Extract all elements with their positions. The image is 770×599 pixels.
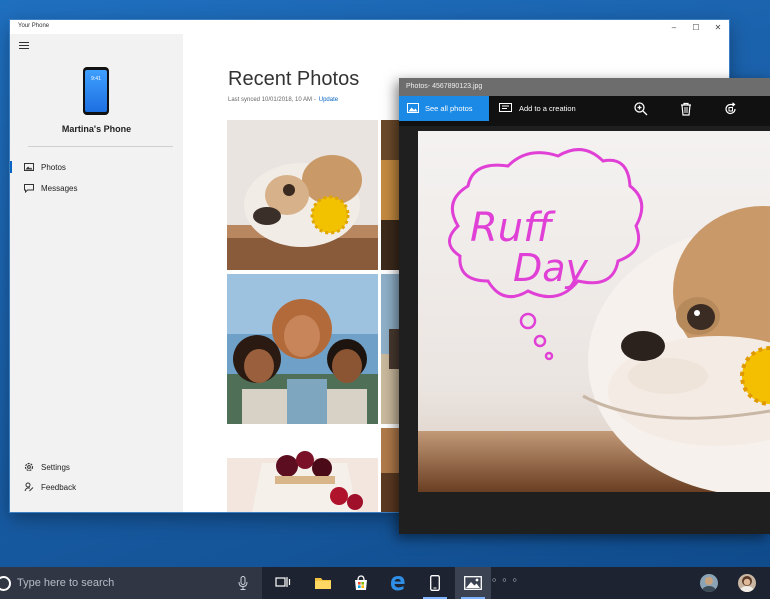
task-view-icon[interactable] [265,567,301,599]
photos-app-icon[interactable] [455,567,491,599]
sidebar-item-feedback[interactable]: Feedback [10,478,183,496]
see-all-photos-button[interactable]: See all photos [399,96,489,121]
sidebar-item-photos[interactable]: Photos [10,158,183,176]
window-title: Your Phone [18,23,50,29]
minimize-button[interactable]: – [669,23,679,32]
photo-thumbnail-bulldog[interactable] [227,120,378,270]
photo-thumbnail-cake[interactable] [227,428,378,512]
photo-viewer-window: Photos- 4567890123.jpg See all photos Ad… [399,78,770,534]
page-title: Recent Photos [228,68,360,90]
sidebar-item-label: Settings [41,462,70,472]
ink-text-day: Day [513,246,589,290]
sync-status: Last synced 10/01/2018, 10 AM - Update [228,97,338,103]
photo-thumbnail-family[interactable] [227,274,378,424]
see-all-label: See all photos [425,104,473,113]
hamburger-menu-icon[interactable] [19,42,29,51]
title-bar[interactable]: Your Phone – ☐ ✕ [10,20,729,34]
rotate-icon[interactable] [724,102,738,116]
messages-icon [23,183,34,193]
window-controls: – ☐ ✕ [669,20,723,34]
more-apps-dots-icon[interactable]: ○○○ [492,577,523,584]
microphone-icon[interactable] [238,576,248,595]
sidebar-item-label: Feedback [41,482,77,492]
photos-icon [23,163,34,172]
close-button[interactable]: ✕ [713,23,723,32]
maximize-button[interactable]: ☐ [691,23,701,32]
viewer-photo-bulldog[interactable]: Ruff Day [418,131,770,492]
sidebar-item-label: Photos [41,162,66,172]
store-icon[interactable] [343,567,379,599]
sidebar-item-label: Messages [41,183,78,193]
file-explorer-icon[interactable] [305,567,341,599]
sidebar-item-messages[interactable]: Messages [10,179,183,197]
viewer-toolbar: See all photos Add to a creation [399,96,770,126]
viewer-title-bar[interactable]: Photos- 4567890123.jpg [399,78,770,96]
add-creation-label: Add to a creation [519,104,576,113]
phone-name: Martina's Phone [61,124,132,134]
gear-icon [23,462,34,472]
phone-icon: 9:41 [83,67,109,115]
creation-icon [499,102,512,115]
taskbar: Type here to search ○○○ [0,567,770,599]
cortana-icon[interactable] [0,575,11,591]
sidebar: 9:41 Martina's Phone Photos Messages Set… [10,34,183,512]
gallery-icon [407,102,419,115]
search-placeholder: Type here to search [17,577,115,589]
edge-browser-icon[interactable] [380,567,416,599]
contact-avatar-2[interactable] [738,574,756,592]
delete-icon[interactable] [679,102,693,116]
sync-text: Last synced 10/01/2018, 10 AM - [228,97,316,103]
taskbar-search[interactable]: Type here to search [0,567,262,599]
add-to-creation-button[interactable]: Add to a creation [499,96,576,121]
your-phone-taskbar-icon[interactable] [417,567,453,599]
viewer-title: Photos- 4567890123.jpg [406,83,483,90]
update-link[interactable]: Update [319,97,338,103]
sidebar-divider [28,146,173,147]
zoom-in-icon[interactable] [634,102,648,116]
feedback-icon [23,482,34,492]
sidebar-item-settings[interactable]: Settings [10,458,183,476]
ink-text-ruff: Ruff [470,205,556,251]
contact-avatar-1[interactable] [700,574,718,592]
phone-screen-time: 9:41 [85,70,107,112]
